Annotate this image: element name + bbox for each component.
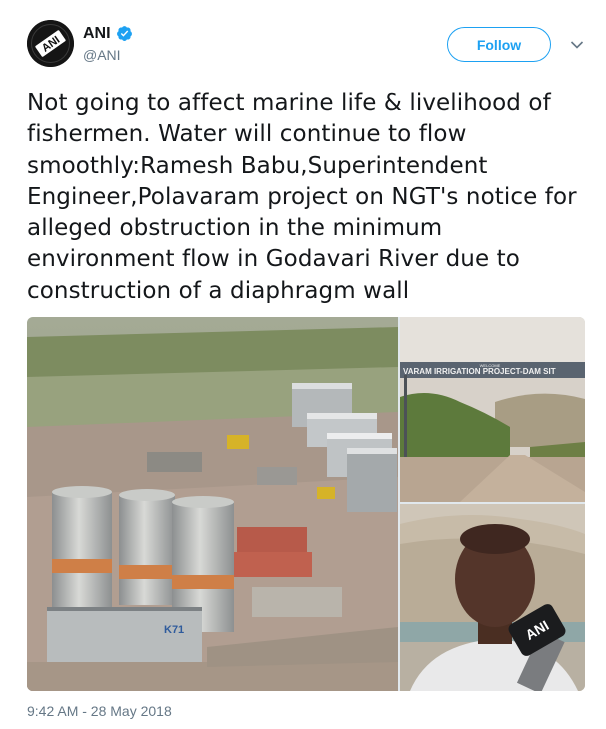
display-name[interactable]: ANI: [83, 24, 111, 43]
display-name-row[interactable]: ANI: [83, 24, 133, 43]
ani-logo-icon: ANI: [27, 20, 74, 67]
verified-badge-icon: [116, 25, 133, 42]
account-info: ANI @ANI: [83, 24, 133, 64]
media-photo-engineer-interview[interactable]: ANI: [400, 504, 585, 691]
tweet-text: Not going to affect marine life & liveli…: [27, 90, 577, 304]
tweet-media-grid: K71 VARAM IRRIGATION PROJECT-DAM SIT WEL…: [27, 317, 585, 691]
media-photo-construction-site[interactable]: K71: [27, 317, 398, 691]
tweet-timestamp[interactable]: 9:42 AM - 28 May 2018: [27, 703, 172, 720]
follow-button[interactable]: Follow: [447, 27, 551, 62]
gate-welcome-text: WELCOME: [480, 363, 501, 368]
account-handle[interactable]: @ANI: [83, 47, 133, 64]
chevron-down-icon[interactable]: [570, 40, 584, 50]
account-avatar[interactable]: ANI: [27, 20, 74, 67]
gate-arch-text: VARAM IRRIGATION PROJECT-DAM SIT: [403, 367, 556, 376]
silo-sign-text: K71: [164, 624, 184, 636]
media-photo-project-gate[interactable]: VARAM IRRIGATION PROJECT-DAM SIT WELCOME: [400, 317, 585, 502]
